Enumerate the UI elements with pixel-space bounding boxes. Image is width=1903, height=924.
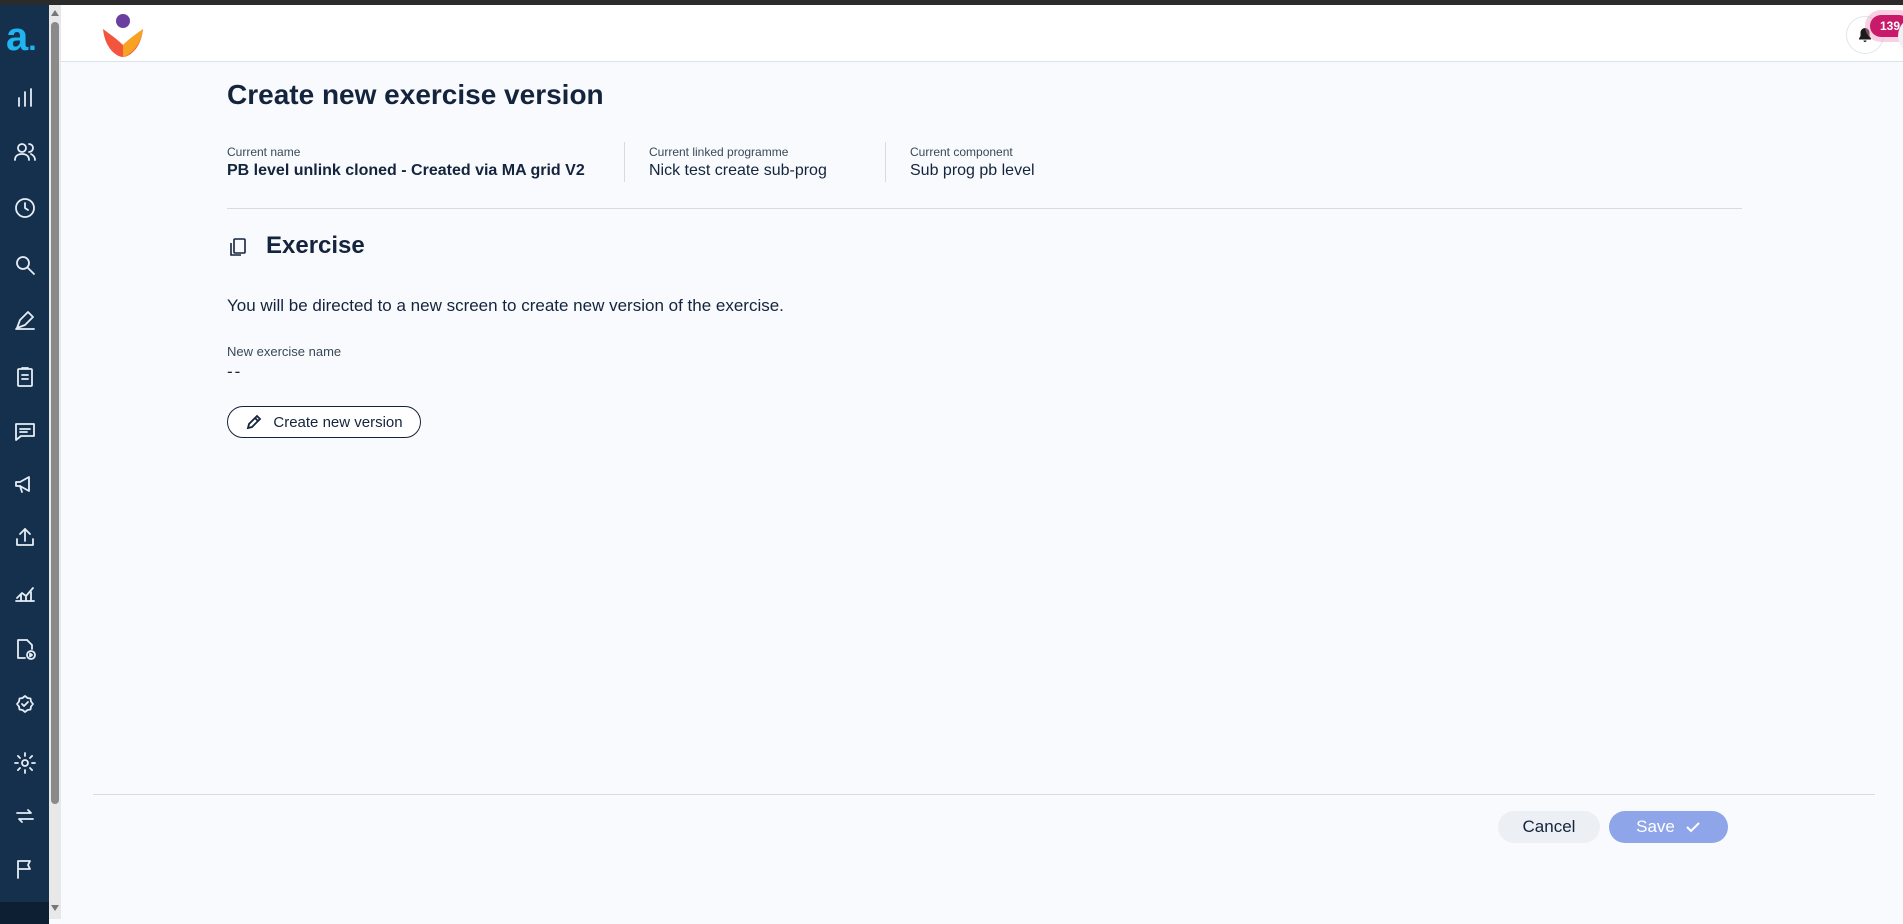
swap-icon[interactable] bbox=[12, 803, 38, 829]
new-exercise-name-value: -- bbox=[227, 362, 243, 381]
meta-current-component: Current component Sub prog pb level bbox=[910, 145, 1035, 183]
meta-divider bbox=[624, 142, 625, 182]
badge-icon[interactable] bbox=[12, 693, 38, 719]
meta-value: PB level unlink cloned - Created via MA … bbox=[227, 162, 585, 179]
sidebar: a. bbox=[0, 5, 49, 924]
create-new-version-button[interactable]: Create new version bbox=[227, 406, 421, 438]
users-icon[interactable] bbox=[12, 139, 38, 165]
section-title: Exercise bbox=[266, 232, 365, 259]
section-description: You will be directed to a new screen to … bbox=[227, 296, 784, 315]
clock-icon[interactable] bbox=[12, 195, 38, 221]
gear-icon[interactable] bbox=[12, 750, 38, 776]
scrollbar-thumb[interactable] bbox=[51, 22, 59, 804]
copy-icon bbox=[227, 236, 249, 258]
chat-icon[interactable] bbox=[12, 418, 38, 444]
create-new-version-label: Create new version bbox=[273, 413, 403, 431]
check-icon bbox=[1686, 822, 1700, 833]
meta-divider bbox=[885, 142, 886, 182]
app-logo[interactable]: a. bbox=[6, 17, 46, 61]
brand-logo-icon[interactable] bbox=[99, 9, 151, 61]
upload-icon[interactable] bbox=[12, 524, 38, 550]
new-exercise-name-label: New exercise name bbox=[227, 344, 342, 359]
clipboard-icon[interactable] bbox=[12, 364, 38, 390]
meta-label: Current linked programme bbox=[649, 145, 789, 159]
flag-icon[interactable] bbox=[12, 856, 38, 882]
cancel-button[interactable]: Cancel bbox=[1498, 811, 1600, 843]
footer-divider bbox=[93, 794, 1875, 795]
meta-label: Current component bbox=[910, 145, 1013, 159]
meta-value: Nick test create sub-prog bbox=[649, 162, 827, 179]
section-divider bbox=[227, 208, 1742, 209]
report-icon[interactable] bbox=[12, 580, 38, 606]
meta-value: Sub prog pb level bbox=[910, 162, 1035, 179]
scroll-up-icon[interactable] bbox=[51, 10, 59, 16]
pen-icon[interactable] bbox=[12, 307, 38, 333]
meta-label: Current name bbox=[227, 145, 301, 159]
meta-current-programme: Current linked programme Nick test creat… bbox=[649, 145, 827, 183]
megaphone-icon[interactable] bbox=[12, 471, 38, 497]
top-header: 139 T B bbox=[61, 5, 1903, 62]
document-play-icon[interactable] bbox=[12, 636, 38, 662]
scroll-down-icon[interactable] bbox=[51, 905, 59, 911]
bar-chart-icon[interactable] bbox=[12, 85, 38, 111]
pencil-icon bbox=[247, 414, 262, 430]
save-label: Save bbox=[1636, 817, 1675, 836]
save-button[interactable]: Save bbox=[1609, 811, 1728, 843]
meta-current-name: Current name PB level unlink cloned - Cr… bbox=[227, 145, 585, 183]
sidebar-active-item[interactable] bbox=[0, 902, 49, 924]
search-icon[interactable] bbox=[12, 252, 38, 278]
page-title: Create new exercise version bbox=[227, 79, 604, 110]
